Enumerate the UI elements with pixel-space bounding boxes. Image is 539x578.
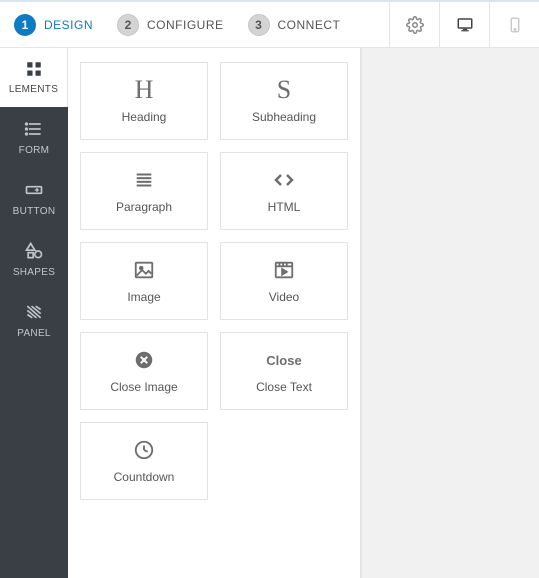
paragraph-icon: [133, 168, 155, 192]
element-video[interactable]: Video: [220, 242, 348, 320]
element-close-text[interactable]: Close Close Text: [220, 332, 348, 410]
step-label: DESIGN: [44, 18, 93, 32]
desktop-icon: [456, 16, 474, 34]
element-label: Subheading: [252, 110, 316, 124]
element-label: Countdown: [114, 470, 175, 484]
heading-icon: H: [135, 78, 154, 102]
sidebar-item-label: BUTTON: [0, 206, 68, 217]
main: LEMENTS FORM BUTTON SHAPES PANEL H Headi…: [0, 48, 539, 578]
element-subheading[interactable]: S Subheading: [220, 62, 348, 140]
subheading-icon: S: [277, 78, 291, 102]
element-paragraph[interactable]: Paragraph: [80, 152, 208, 230]
code-icon: [272, 168, 296, 192]
content: H Heading S Subheading Paragraph HTML: [68, 48, 539, 578]
panel-icon: [24, 302, 44, 322]
canvas-area[interactable]: [361, 48, 539, 578]
step-configure[interactable]: 2 CONFIGURE: [117, 14, 224, 36]
shapes-icon: [24, 241, 44, 261]
element-html[interactable]: HTML: [220, 152, 348, 230]
step-num: 2: [117, 14, 139, 36]
close-icon: [133, 348, 155, 372]
element-label: Video: [269, 290, 299, 304]
element-image[interactable]: Image: [80, 242, 208, 320]
element-label: Close Text: [256, 380, 312, 394]
step-num: 1: [14, 14, 36, 36]
element-label: Close Image: [110, 380, 177, 394]
sidebar: LEMENTS FORM BUTTON SHAPES PANEL: [0, 48, 68, 578]
clock-icon: [133, 438, 155, 462]
element-close-image[interactable]: Close Image: [80, 332, 208, 410]
mobile-icon: [506, 16, 524, 34]
step-num: 3: [248, 14, 270, 36]
close-text-icon: Close: [266, 348, 301, 372]
step-label: CONNECT: [278, 18, 341, 32]
sidebar-item-label: SHAPES: [0, 267, 68, 278]
tool-icons: [389, 2, 539, 47]
elements-grid: H Heading S Subheading Paragraph HTML: [68, 48, 361, 578]
element-countdown[interactable]: Countdown: [80, 422, 208, 500]
form-icon: [24, 119, 44, 139]
element-label: Paragraph: [116, 200, 172, 214]
video-icon: [273, 258, 295, 282]
steps: 1 DESIGN 2 CONFIGURE 3 CONNECT: [0, 14, 389, 36]
sidebar-item-shapes[interactable]: SHAPES: [0, 229, 68, 290]
sidebar-item-form[interactable]: FORM: [0, 107, 68, 168]
sidebar-item-button[interactable]: BUTTON: [0, 168, 68, 229]
grid-icon: [25, 60, 43, 78]
sidebar-item-label: PANEL: [0, 328, 68, 339]
sidebar-item-label: FORM: [0, 145, 68, 156]
settings-button[interactable]: [389, 2, 439, 47]
sidebar-item-label: LEMENTS: [0, 84, 67, 95]
element-label: Image: [127, 290, 160, 304]
element-heading[interactable]: H Heading: [80, 62, 208, 140]
desktop-view-button[interactable]: [439, 2, 489, 47]
sidebar-item-panel[interactable]: PANEL: [0, 290, 68, 351]
button-icon: [24, 180, 44, 200]
step-design[interactable]: 1 DESIGN: [14, 14, 93, 36]
mobile-view-button[interactable]: [489, 2, 539, 47]
element-label: HTML: [268, 200, 301, 214]
step-connect[interactable]: 3 CONNECT: [248, 14, 341, 36]
sidebar-item-elements[interactable]: LEMENTS: [0, 48, 68, 107]
gear-icon: [406, 16, 424, 34]
element-label: Heading: [122, 110, 167, 124]
step-label: CONFIGURE: [147, 18, 224, 32]
image-icon: [133, 258, 155, 282]
topbar: 1 DESIGN 2 CONFIGURE 3 CONNECT: [0, 0, 539, 48]
